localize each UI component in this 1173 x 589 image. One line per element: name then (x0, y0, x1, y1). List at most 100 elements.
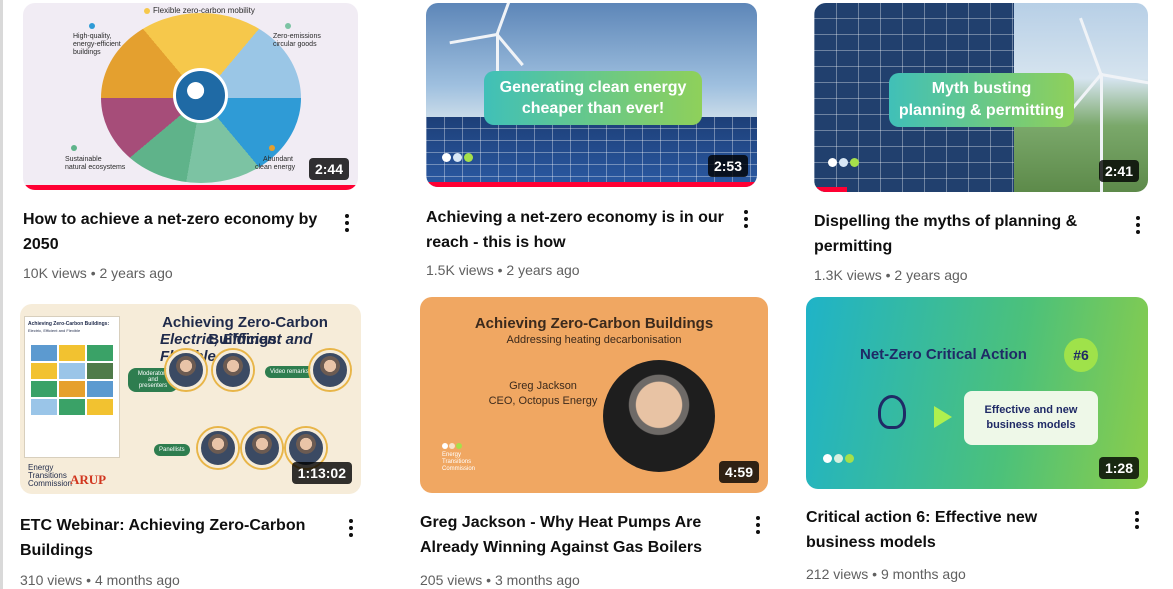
meta-separator: • (872, 566, 878, 582)
meta-separator: • (86, 572, 92, 588)
duration-badge: 2:41 (1098, 160, 1139, 182)
arrow-right-icon (934, 406, 952, 428)
meta-separator: • (885, 267, 891, 283)
video-card-4[interactable]: Achieving Zero-Carbon Buildings: Electri… (20, 304, 365, 589)
video-title[interactable]: Achieving a net-zero economy is in our r… (426, 205, 726, 255)
label-energy-1: Abundant (263, 156, 293, 163)
video-thumbnail-6[interactable]: Net-Zero Critical Action #6 Effective an… (806, 297, 1148, 489)
speaker-avatar (213, 350, 253, 390)
legend-dot-ecosystems (71, 145, 77, 151)
upload-age: 9 months ago (880, 566, 966, 582)
duration-badge: 2:53 (707, 155, 748, 177)
video-metadata: 310 views • 4 months ago (20, 572, 180, 588)
left-edge-border (0, 0, 3, 589)
meta-separator: • (486, 572, 492, 588)
duration-badge: 4:59 (718, 461, 759, 483)
meta-separator: • (90, 265, 96, 281)
watch-progress-bar (23, 185, 358, 190)
speaker-portrait (603, 360, 715, 472)
speaker-avatar (166, 350, 206, 390)
video-card-6[interactable]: Net-Zero Critical Action #6 Effective an… (806, 297, 1156, 589)
etc-logo-dots (828, 158, 859, 167)
etc-brand-text: Energy Transitions Commission (442, 452, 476, 472)
etc-logo-dots (823, 454, 854, 463)
thumbnail-headline: Net-Zero Critical Action (860, 346, 1027, 363)
upload-age: 2 years ago (894, 267, 968, 283)
etc-logo-dots (442, 153, 473, 162)
duration-badge: 2:44 (308, 158, 349, 180)
duration-badge: 1:13:02 (291, 462, 352, 484)
video-metadata: 1.5K views • 2 years ago (426, 262, 580, 278)
video-card-2[interactable]: Generating clean energy cheaper than eve… (426, 3, 766, 293)
speaker-avatar (198, 428, 238, 468)
thumbnail-headline: Achieving Zero-Carbon Buildings (474, 315, 714, 332)
duration-badge: 1:28 (1098, 457, 1139, 479)
lightbulb-icon (878, 395, 906, 429)
action-number-badge: #6 (1064, 338, 1098, 372)
speaker-avatar (242, 428, 282, 468)
arup-logo: ARUP (70, 472, 107, 487)
video-title[interactable]: Critical action 6: Effective new busines… (806, 505, 1116, 555)
label-ecosystems-2: natural ecosystems (65, 164, 126, 171)
legend-dot-goods (285, 23, 291, 29)
video-metadata: 212 views • 9 months ago (806, 566, 966, 582)
etc-logo-dots (442, 443, 462, 449)
view-count: 1.5K views (426, 262, 494, 278)
video-thumbnail-1[interactable]: Flexible zero-carbon mobility High-quali… (23, 3, 358, 190)
label-goods-1: Zero-emissions (273, 33, 321, 40)
video-thumbnail-5[interactable]: Achieving Zero-Carbon Buildings Addressi… (420, 297, 768, 493)
video-thumbnail-3[interactable]: Myth busting planning & permitting 2:41 (814, 3, 1148, 192)
solar-panels (426, 117, 757, 187)
more-actions-button[interactable] (340, 513, 362, 543)
video-thumbnail-4[interactable]: Achieving Zero-Carbon Buildings: Electri… (20, 304, 361, 494)
panelists-pill: Panellists (154, 444, 190, 456)
thumbnail-subheadline: Addressing heating decarbonisation (506, 334, 682, 346)
video-card-1[interactable]: Flexible zero-carbon mobility High-quali… (23, 3, 363, 293)
label-goods-2: circular goods (273, 41, 317, 48)
legend-dot-buildings (89, 23, 95, 29)
upload-age: 2 years ago (99, 265, 173, 281)
video-card-5[interactable]: Achieving Zero-Carbon Buildings Addressi… (420, 297, 770, 589)
legend-dot-energy (269, 145, 275, 151)
video-title[interactable]: Greg Jackson - Why Heat Pumps Are Alread… (420, 510, 730, 560)
thumbnail-banner: Generating clean energy cheaper than eve… (484, 71, 702, 125)
video-remarks-pill: Video remarks (265, 366, 314, 378)
view-count: 205 views (420, 572, 483, 588)
video-metadata: 205 views • 3 months ago (420, 572, 580, 588)
view-count: 10K views (23, 265, 87, 281)
watch-progress-bar (426, 182, 757, 187)
label-energy-2: clean energy (255, 164, 296, 171)
video-card-3[interactable]: Myth busting planning & permitting 2:41 … (814, 3, 1154, 293)
meta-separator: • (497, 262, 503, 278)
view-count: 1.3K views (814, 267, 882, 283)
more-actions-button[interactable] (735, 204, 757, 234)
video-title[interactable]: ETC Webinar: Achieving Zero-Carbon Build… (20, 513, 325, 563)
view-count: 310 views (20, 572, 83, 588)
more-actions-button[interactable] (1126, 505, 1148, 535)
label-buildings-3: buildings (73, 49, 101, 56)
watch-progress-bar (814, 187, 848, 192)
label-buildings-1: High-quality, (73, 33, 112, 40)
more-actions-button[interactable] (1127, 210, 1149, 240)
more-actions-button[interactable] (747, 510, 769, 540)
thumbnail-banner: Myth busting planning & permitting (889, 73, 1074, 127)
globe-icon (173, 68, 228, 123)
upload-age: 2 years ago (506, 262, 580, 278)
speaker-caption: Greg Jackson CEO, Octopus Energy (488, 380, 598, 407)
legend-dot-mobility (144, 8, 150, 14)
video-metadata: 1.3K views • 2 years ago (814, 267, 968, 283)
video-title[interactable]: Dispelling the myths of planning & permi… (814, 209, 1114, 259)
view-count: 212 views (806, 566, 869, 582)
etc-brand-text: Energy Transitions Commission (28, 463, 73, 488)
upload-age: 4 months ago (94, 572, 180, 588)
video-thumbnail-2[interactable]: Generating clean energy cheaper than eve… (426, 3, 757, 187)
video-title[interactable]: How to achieve a net-zero economy by 205… (23, 207, 323, 257)
upload-age: 3 months ago (494, 572, 580, 588)
speaker-avatar (310, 350, 350, 390)
label-mobility: Flexible zero-carbon mobility (153, 6, 255, 15)
label-ecosystems-1: Sustainable (65, 156, 102, 163)
thumbnail-callout: Effective and new business models (964, 391, 1098, 445)
more-actions-button[interactable] (336, 208, 358, 238)
label-buildings-2: energy-efficient (73, 41, 121, 48)
report-cover: Achieving Zero-Carbon Buildings: Electri… (24, 316, 120, 458)
